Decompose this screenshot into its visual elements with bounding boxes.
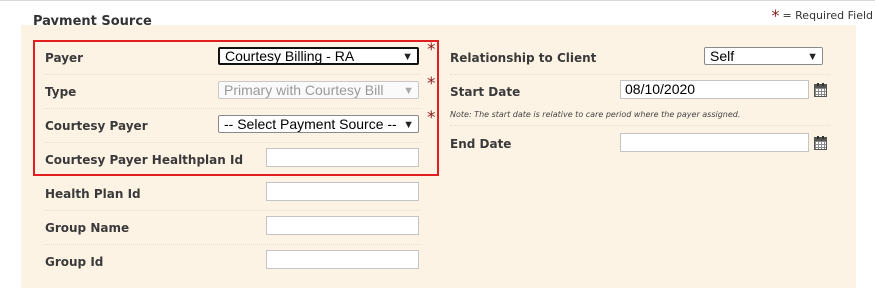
start-date-label: Start Date: [450, 85, 521, 99]
group-name-input[interactable]: [266, 216, 419, 235]
start-date-note: Note: The start date is relative to care…: [450, 110, 741, 119]
end-date-label: End Date: [450, 137, 512, 151]
group-name-row: Group Name: [45, 211, 420, 245]
group-name-label: Group Name: [45, 221, 130, 235]
calendar-icon[interactable]: [814, 83, 827, 97]
health-plan-label: Health Plan Id: [45, 187, 141, 201]
relationship-row: Relationship to Client Self ▼: [450, 41, 830, 75]
end-date-input[interactable]: [620, 133, 809, 152]
required-star: *: [771, 6, 780, 25]
health-plan-input[interactable]: [266, 182, 419, 201]
end-date-row: End Date: [450, 127, 830, 161]
chevron-down-icon: ▼: [807, 51, 818, 63]
top-border: [0, 0, 875, 1]
required-note-text: = Required Field: [782, 9, 873, 22]
row-divider: [450, 125, 830, 126]
required-fields-highlight: [33, 40, 439, 176]
start-date-row: Start Date 08/10/2020: [450, 75, 830, 109]
relationship-select[interactable]: Self ▼: [704, 47, 823, 65]
group-id-input[interactable]: [266, 250, 419, 269]
relationship-select-value: Self: [710, 48, 735, 64]
relationship-label: Relationship to Client: [450, 51, 597, 65]
health-plan-row: Health Plan Id: [45, 177, 420, 211]
required-field-note: * = Required Field: [771, 4, 873, 25]
start-date-input[interactable]: 08/10/2020: [620, 80, 809, 99]
group-id-row: Group Id: [45, 245, 420, 279]
group-id-label: Group Id: [45, 255, 104, 269]
calendar-icon[interactable]: [814, 136, 827, 150]
